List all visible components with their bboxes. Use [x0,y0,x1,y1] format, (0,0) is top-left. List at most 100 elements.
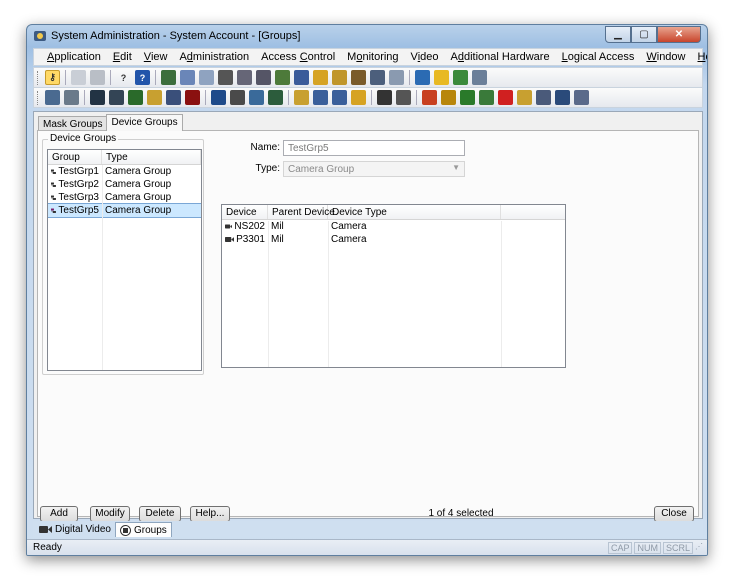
link-icon[interactable] [536,90,551,105]
visits-icon[interactable] [199,70,214,85]
panels-icon[interactable] [256,70,271,85]
access-levels-icon[interactable] [218,70,233,85]
print-preview-icon[interactable] [71,70,86,85]
close-window-button[interactable]: ✕ [657,26,701,43]
org-chart-icon[interactable] [574,90,589,105]
panel-icon[interactable] [479,90,494,105]
camera-box-icon[interactable] [166,90,181,105]
dvr-icon[interactable] [109,90,124,105]
reports-icon[interactable] [370,70,385,85]
user-config-icon[interactable] [555,90,570,105]
table-row[interactable]: NS202 Mil Camera [222,220,565,233]
column-header-parent-device[interactable]: Parent Device [268,205,335,219]
group-name: TestGrp1 [58,166,99,177]
record-icon[interactable] [498,90,513,105]
tab-mask-groups[interactable]: Mask Groups [38,116,108,131]
help-icon[interactable]: ? [116,70,131,85]
reader-icon[interactable] [185,90,200,105]
toolbar-grip[interactable] [37,70,40,85]
alarm-panel-icon[interactable] [422,90,437,105]
controller-icon[interactable] [90,90,105,105]
shield-icon[interactable] [211,90,226,105]
add-device-icon[interactable] [460,90,475,105]
board-icon[interactable] [128,90,143,105]
table-row[interactable]: P3301 Mil Camera [222,233,565,246]
video-settings-icon[interactable] [396,90,411,105]
hierarchy-icon[interactable] [268,90,283,105]
badges-icon[interactable] [180,70,195,85]
column-header-device[interactable]: Device [222,205,268,219]
map-icon[interactable] [249,90,264,105]
toolbar-grip[interactable] [37,90,40,105]
close-button[interactable]: Close [654,506,694,522]
mdi-tab-digital-video[interactable]: Digital Video [35,522,115,537]
fire-icon[interactable] [294,90,309,105]
menu-additional-hardware[interactable]: Additional Hardware [445,51,556,63]
menu-view[interactable]: View [138,51,174,63]
help-button[interactable]: Help... [190,506,230,522]
title-bar[interactable]: System Administration - System Account -… [27,25,707,47]
print-icon[interactable] [90,70,105,85]
resize-grip-icon[interactable]: ⋰ [695,542,703,554]
delete-button[interactable]: Delete [139,506,181,522]
whats-this-icon[interactable]: ? [135,70,150,85]
users-icon[interactable] [275,70,290,85]
network-icon[interactable] [472,70,487,85]
add-button[interactable]: Add [40,506,78,522]
groups-listview[interactable]: ^ Group Type TestGrp1 Camera Group TestG… [47,149,202,371]
menu-edit[interactable]: Edit [107,51,138,63]
label-icon[interactable] [389,70,404,85]
menu-administration[interactable]: Administration [173,51,255,63]
column-header-device-type[interactable]: Device Type ^ [328,205,501,219]
menu-video[interactable]: Video [405,51,445,63]
events-icon[interactable] [332,70,347,85]
type-select-value: Camera Group [288,164,355,175]
personal-safety-icon[interactable] [332,90,347,105]
type-select[interactable]: Camera Group ▼ [283,161,465,177]
menu-logical-access[interactable]: Logical Access [556,51,641,63]
menu-application[interactable]: Application [41,51,107,63]
system-tree-icon[interactable] [45,90,60,105]
mdi-tab-groups[interactable]: Groups [114,522,172,537]
name-field[interactable]: TestGrp5 [283,140,465,156]
menu-access-control[interactable]: Access Control [255,51,341,63]
relay-icon[interactable] [441,90,456,105]
routes-icon[interactable] [351,70,366,85]
envelope-icon[interactable] [517,90,532,105]
list-item[interactable]: TestGrp3 Camera Group [48,191,201,204]
module-icon[interactable] [230,90,245,105]
menu-monitoring[interactable]: Monitoring [341,51,404,63]
column-header-group[interactable]: ^ Group [48,150,102,164]
tools-icon[interactable] [64,90,79,105]
list-item[interactable]: TestGrp2 Camera Group [48,178,201,191]
list-item-selected[interactable]: TestGrp5 Camera Group [48,203,201,218]
monitor-icon[interactable] [294,70,309,85]
main-toolbar: ⚷ ? ? [33,67,703,88]
menu-bar: Application Edit View Administration Acc… [33,48,707,66]
mdi-window-tabs: Digital Video Groups [33,521,703,537]
key-icon[interactable]: ⚷ [45,70,60,85]
receiver-icon[interactable] [351,90,366,105]
intercom-icon[interactable] [313,90,328,105]
minimize-button[interactable]: ▁ [605,26,631,43]
smiley-icon[interactable] [434,70,449,85]
cardholders-icon[interactable] [161,70,176,85]
modify-button[interactable]: Modify [90,506,130,522]
add-user-icon[interactable] [453,70,468,85]
devices-listview[interactable]: Device Parent Device Device Type ^ NS202 [221,204,566,368]
menu-help[interactable]: Help [692,51,708,63]
maximize-button[interactable]: ▢ [631,26,657,43]
alarms-icon[interactable] [313,70,328,85]
folder-icon[interactable] [147,90,162,105]
tab-device-groups[interactable]: Device Groups [106,114,183,131]
windows-icon[interactable] [415,70,430,85]
type-label: Type: [255,163,280,174]
menu-window[interactable]: Window [640,51,691,63]
device-name: NS202 [234,221,265,232]
list-item[interactable]: TestGrp1 Camera Group [48,165,201,178]
camera-group-icon [51,208,56,213]
readers-icon[interactable] [237,70,252,85]
camera-icon[interactable] [377,90,392,105]
group-type: Camera Group [105,166,172,177]
column-header-type[interactable]: Type [102,150,201,164]
